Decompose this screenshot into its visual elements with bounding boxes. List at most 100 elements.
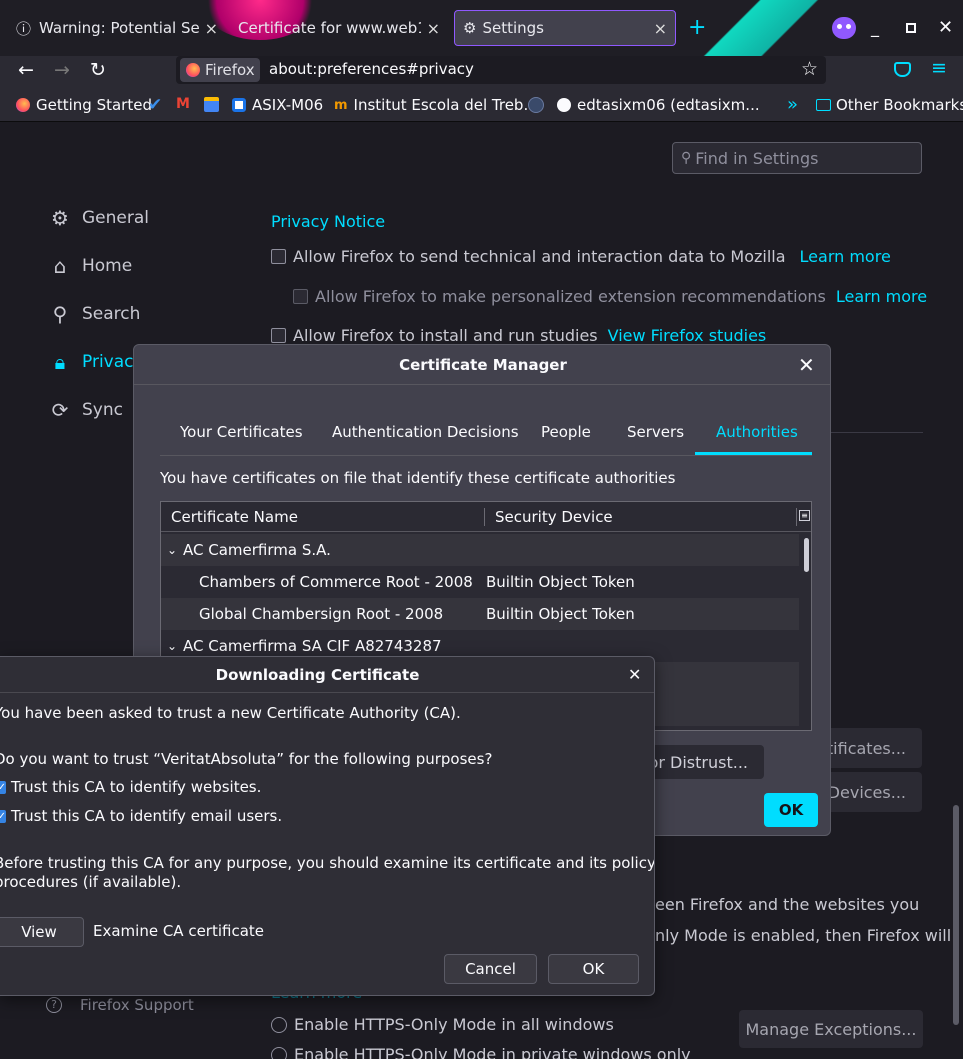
advice-text-line2: procedures (if available). xyxy=(0,873,182,891)
url-text[interactable]: about:preferences#privacy xyxy=(269,60,474,78)
learn-more-link[interactable]: Learn more xyxy=(836,287,927,306)
forward-icon[interactable]: → xyxy=(54,59,70,81)
category-privacy[interactable]: 🔒︎ Privacy xyxy=(46,350,144,374)
privacy-notice-link[interactable]: Privacy Notice xyxy=(271,212,385,231)
dialog-title: Downloading Certificate xyxy=(0,657,654,693)
section-divider xyxy=(831,432,923,433)
close-window-icon[interactable]: ✕ xyxy=(938,17,953,38)
folder-icon xyxy=(816,99,831,111)
ok-button[interactable]: OK xyxy=(548,954,639,984)
view-studies-link[interactable]: View Firefox studies xyxy=(608,326,767,345)
menu-icon[interactable]: ≡ xyxy=(931,57,947,79)
tab-servers[interactable]: Servers xyxy=(627,423,684,441)
https-description-line1: een Firefox and the websites you xyxy=(655,895,920,914)
ca-request-text: You have been asked to trust a new Certi… xyxy=(0,704,461,722)
new-tab-icon[interactable]: + xyxy=(688,15,706,40)
ok-button[interactable]: OK xyxy=(764,793,818,827)
chevron-down-icon: ⌄ xyxy=(166,543,178,557)
bookmark-asix-m06[interactable]: ASIX-M06 xyxy=(232,96,323,114)
trust-email-label[interactable]: Trust this CA to identify email users. xyxy=(11,807,282,825)
close-icon[interactable]: ✕ xyxy=(628,665,641,684)
category-home[interactable]: ⌂ Home xyxy=(46,254,133,278)
category-general[interactable]: ⚙ General xyxy=(46,206,149,230)
firefox-icon xyxy=(186,63,200,77)
tab-certificate[interactable]: Certificate for www.web1.org × xyxy=(230,10,448,46)
column-picker-icon[interactable]: ≡ xyxy=(799,510,810,521)
view-certificate-button[interactable]: View xyxy=(0,917,84,947)
trust-email-checkbox[interactable]: ✓ xyxy=(0,810,6,823)
help-icon: ? xyxy=(46,997,62,1013)
https-all-radio[interactable] xyxy=(271,1016,287,1033)
recommendations-checkbox[interactable] xyxy=(293,289,308,304)
column-divider xyxy=(484,508,485,526)
firefox-icon xyxy=(16,98,30,112)
chevron-double-right-icon[interactable]: » xyxy=(787,94,798,115)
selected-tab-indicator xyxy=(695,452,812,455)
maximize-icon[interactable] xyxy=(906,23,916,33)
close-icon[interactable]: ✕ xyxy=(798,353,815,377)
firefox-support-link[interactable]: ? Firefox Support xyxy=(46,996,194,1014)
tree-row[interactable]: Global Chambersign Root - 2008 Builtin O… xyxy=(161,598,799,630)
gear-icon: ⚙ xyxy=(51,206,69,230)
identity-box[interactable]: Firefox xyxy=(180,58,260,82)
globe-icon[interactable] xyxy=(528,97,544,113)
advice-text-line1: Before trusting this CA for any purpose,… xyxy=(0,854,655,872)
back-icon[interactable]: ← xyxy=(18,59,34,81)
cancel-button[interactable]: Cancel xyxy=(444,954,537,984)
downloading-certificate-dialog: Downloading Certificate ✕ You have been … xyxy=(0,656,655,996)
bookmark-institut[interactable]: m Institut Escola del Treb... xyxy=(334,96,538,114)
trust-question: Do you want to trust “VeritatAbsoluta” f… xyxy=(0,750,493,768)
bookmark-getting-started[interactable]: Getting Started xyxy=(16,96,152,114)
tree-scrollbar[interactable] xyxy=(804,538,809,572)
https-private-radio[interactable] xyxy=(271,1046,287,1059)
tree-row[interactable]: Chambers of Commerce Root - 2008 Builtin… xyxy=(161,566,799,598)
column-divider xyxy=(796,508,797,526)
classroom-icon xyxy=(232,98,246,112)
column-certificate-name[interactable]: Certificate Name xyxy=(171,508,298,526)
minimize-icon[interactable]: _ xyxy=(871,18,879,37)
https-all-option: Enable HTTPS-Only Mode in all windows xyxy=(271,1015,614,1034)
close-tab-icon[interactable]: × xyxy=(427,19,440,38)
reload-icon[interactable]: ↻ xyxy=(90,59,106,81)
search-icon: ⚲ xyxy=(52,302,68,326)
checkmark-icon[interactable]: ✔ xyxy=(148,95,162,115)
tab-your-certificates[interactable]: Your Certificates xyxy=(180,423,303,441)
studies-checkbox[interactable] xyxy=(271,328,286,343)
tab-divider xyxy=(160,455,812,456)
bookmark-star-icon[interactable]: ☆ xyxy=(801,58,818,80)
find-in-settings-input[interactable]: ⚲ Find in Settings xyxy=(672,142,922,174)
recommendations-option: Allow Firefox to make personalized exten… xyxy=(293,287,927,306)
category-search[interactable]: ⚲ Search xyxy=(46,302,141,326)
column-security-device[interactable]: Security Device xyxy=(495,508,613,526)
tree-row-group[interactable]: ⌄ AC Camerfirma S.A. xyxy=(161,534,799,566)
https-description-line2: nly Mode is enabled, then Firefox will xyxy=(655,926,952,945)
tree-header: Certificate Name Security Device ≡ xyxy=(161,502,811,532)
close-tab-icon[interactable]: × xyxy=(654,19,667,38)
bookmark-edtasixm06[interactable]: edtasixm06 (edtasixm... xyxy=(557,96,760,114)
tab-authorities[interactable]: Authorities xyxy=(716,423,798,441)
calendar-icon[interactable] xyxy=(204,97,219,112)
trust-websites-label[interactable]: Trust this CA to identify websites. xyxy=(11,778,261,796)
https-private-option: Enable HTTPS-Only Mode in private window… xyxy=(271,1045,691,1059)
gmail-icon[interactable]: M xyxy=(176,96,190,112)
close-tab-icon[interactable]: × xyxy=(205,19,218,38)
telemetry-checkbox[interactable] xyxy=(271,249,286,264)
tab-authentication-decisions[interactable]: Authentication Decisions xyxy=(332,423,519,441)
trust-websites-checkbox[interactable]: ✓ xyxy=(0,781,6,794)
manage-exceptions-button[interactable]: Manage Exceptions... xyxy=(739,1010,923,1048)
info-icon: ⓘ xyxy=(16,19,32,38)
dialog-title: Certificate Manager xyxy=(134,345,830,385)
authorities-description: You have certificates on file that ident… xyxy=(160,469,676,487)
pocket-icon[interactable] xyxy=(894,62,911,77)
other-bookmarks[interactable]: Other Bookmarks xyxy=(816,96,963,114)
tab-settings[interactable]: ⚙ Settings × xyxy=(454,10,676,46)
search-icon: ⚲ xyxy=(681,150,692,166)
page-scrollbar[interactable] xyxy=(953,805,959,1025)
learn-more-link[interactable]: Learn more xyxy=(800,247,891,266)
sync-icon: ⟳ xyxy=(51,398,69,422)
github-icon xyxy=(557,98,571,112)
category-sync[interactable]: ⟳ Sync xyxy=(46,398,123,422)
tab-people[interactable]: People xyxy=(541,423,591,441)
tab-warning[interactable]: ⓘ Warning: Potential Securit × xyxy=(8,10,226,46)
gear-icon: ⚙ xyxy=(463,19,477,37)
